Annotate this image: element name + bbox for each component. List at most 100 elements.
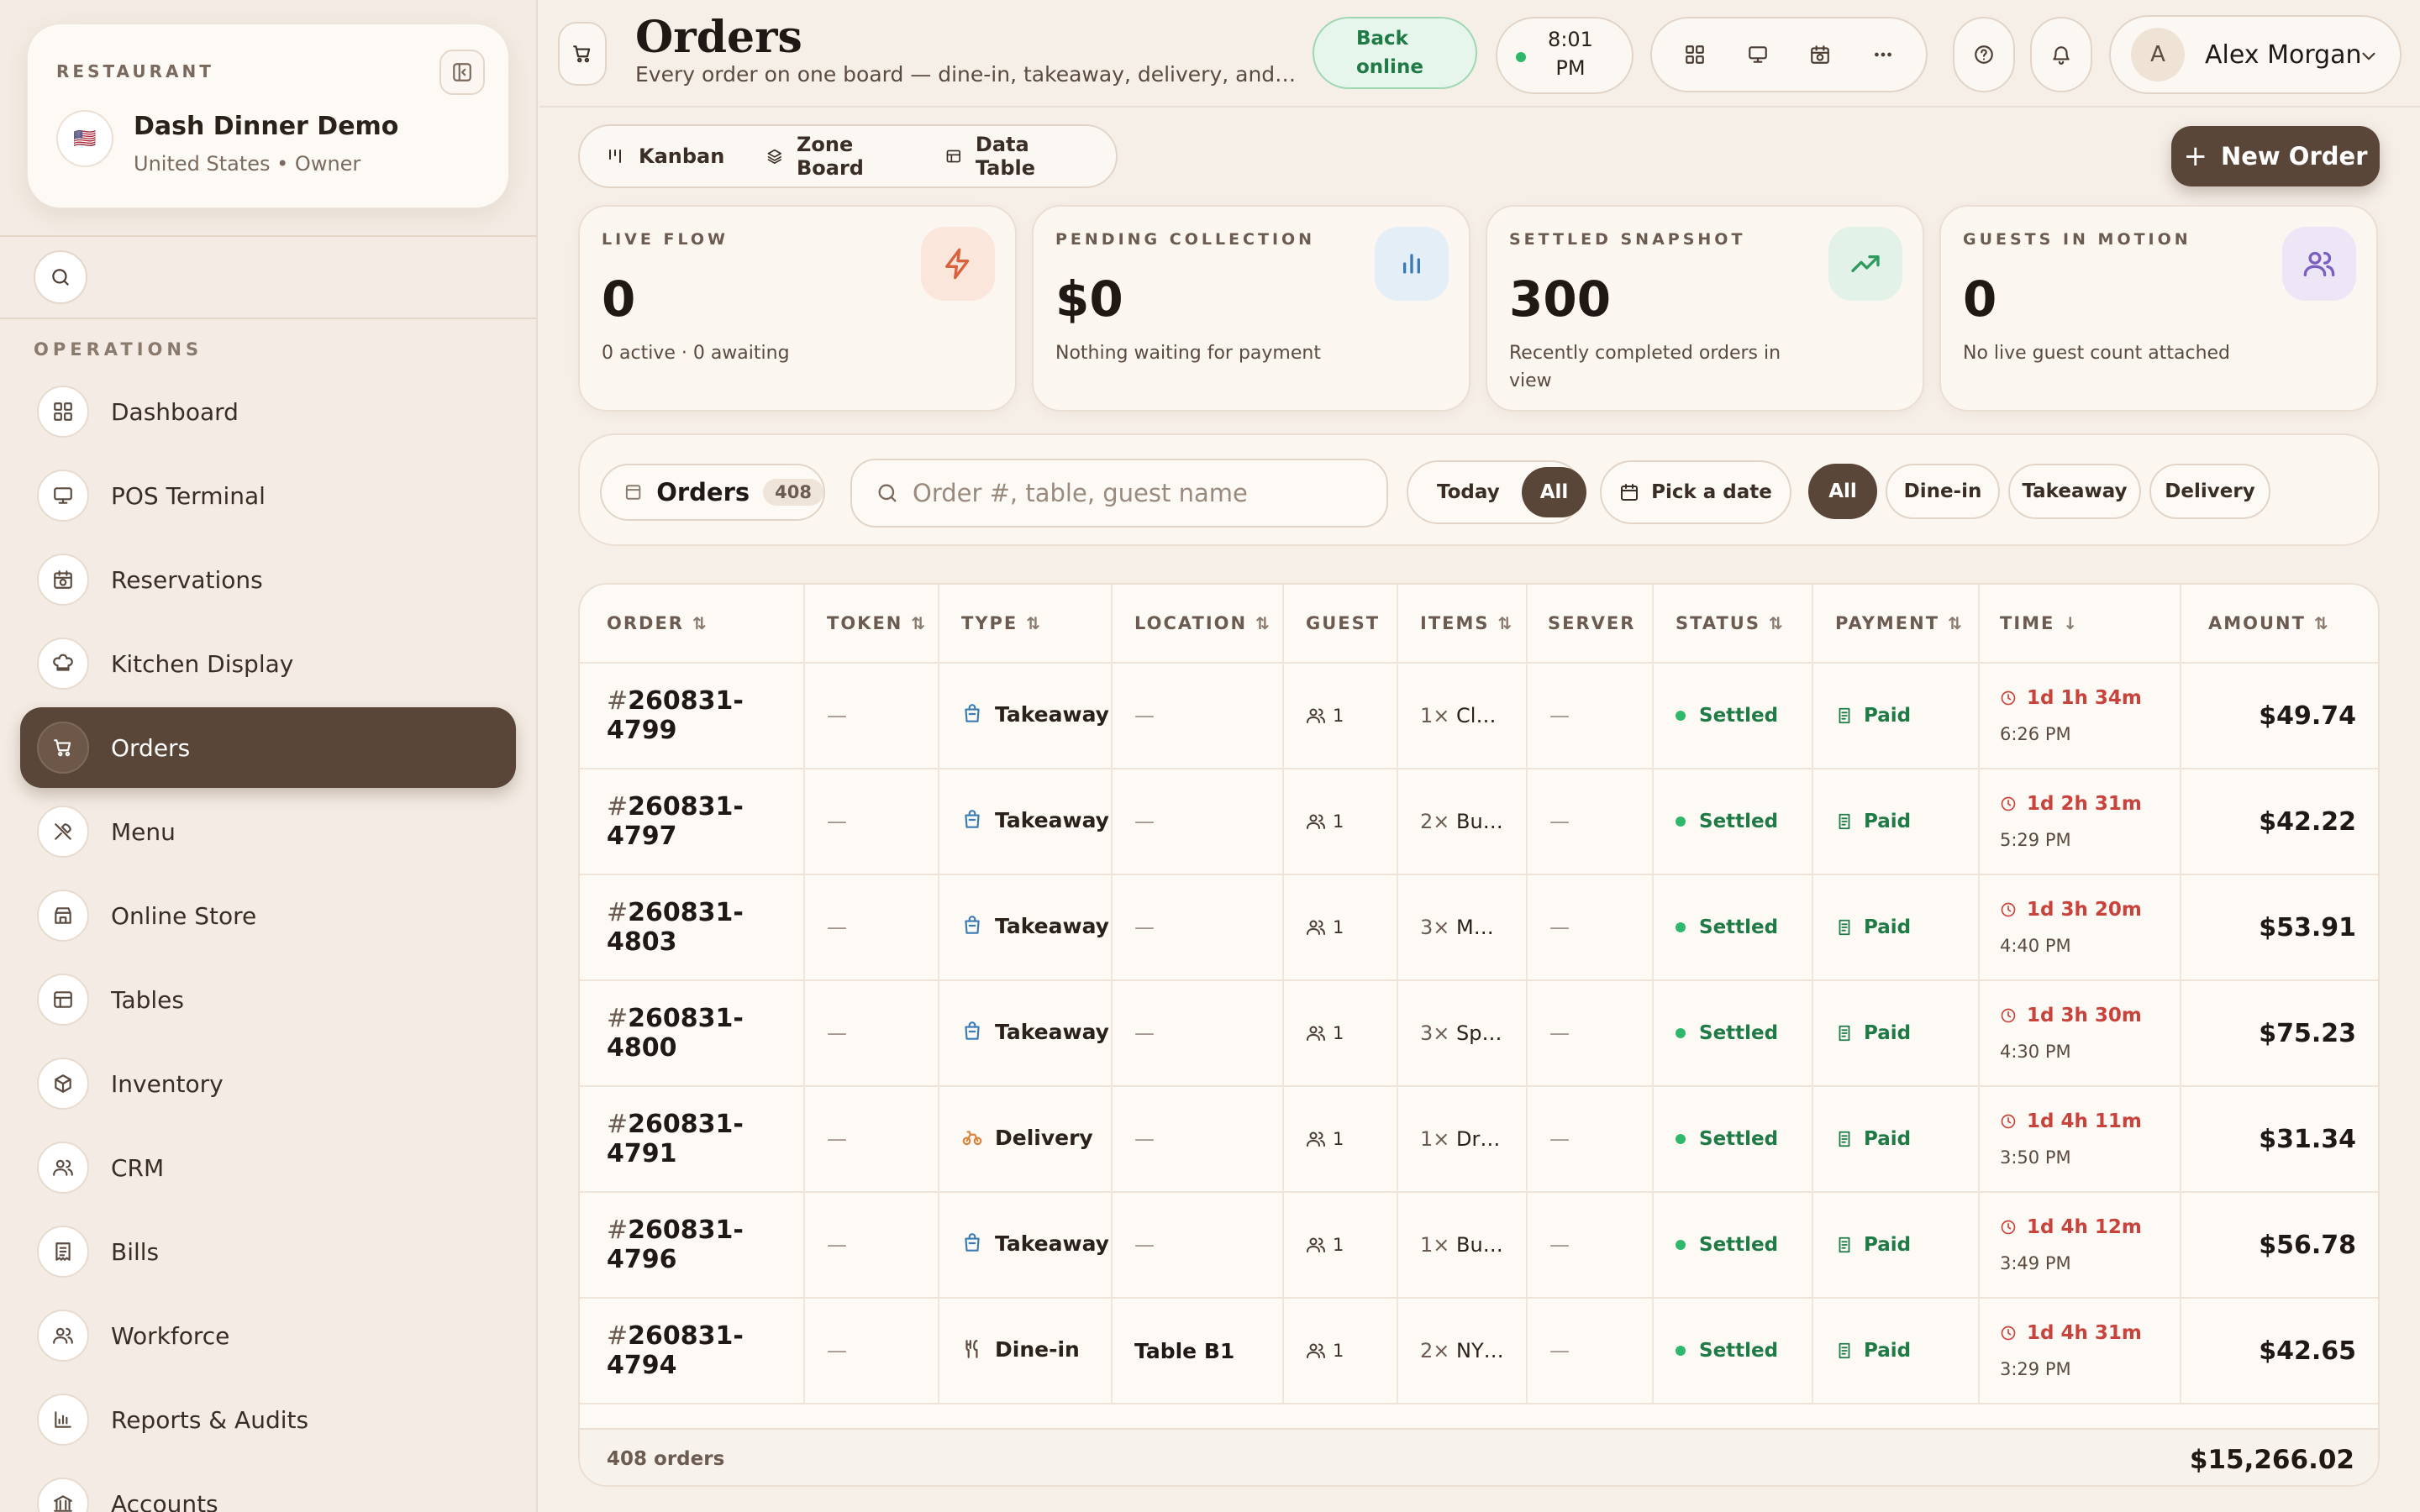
order-number-cell[interactable]: #260831-4794 — [580, 1299, 805, 1403]
sidebar-item-dashboard[interactable]: Dashboard — [20, 371, 516, 452]
status-badge: Settled — [1676, 1340, 1778, 1362]
order-number: #260831-4800 — [607, 1004, 744, 1063]
sidebar-item-label: Reservations — [111, 565, 263, 594]
pos-monitor-button[interactable] — [1747, 44, 1769, 66]
sidebar-item-reservations[interactable]: Reservations — [20, 539, 516, 620]
range-option-today[interactable]: Today — [1415, 467, 1522, 517]
users-icon — [1307, 920, 1325, 935]
column-label: AMOUNT — [2208, 613, 2306, 633]
table-row[interactable]: #260831-4799 — Takeaway — 1 1× Cla... — Settled… — [580, 664, 2378, 769]
column-header-token[interactable]: TOKEN ⇅ — [805, 585, 939, 662]
status-dot-icon — [1676, 1346, 1686, 1356]
order-number-cell[interactable]: #260831-4796 — [580, 1193, 805, 1297]
search-input[interactable] — [913, 479, 1366, 507]
payment-cell: Paid — [1813, 981, 1980, 1085]
bar-chart-icon — [37, 1394, 89, 1446]
status-badge: Settled — [1676, 811, 1778, 832]
guest-cell: 1 — [1284, 1193, 1398, 1297]
orders-count-chip[interactable]: Orders 408 — [600, 464, 825, 521]
order-number-cell[interactable]: #260831-4797 — [580, 769, 805, 874]
elapsed-time: 1d 1h 34m — [2000, 687, 2142, 709]
guest-cell: 1 — [1284, 981, 1398, 1085]
location-value: — — [1134, 1021, 1155, 1045]
new-order-button[interactable]: + New Order — [2171, 126, 2380, 186]
sidebar-item-tables[interactable]: Tables — [20, 959, 516, 1040]
layout-grid-button[interactable] — [1684, 44, 1706, 66]
column-header-location[interactable]: LOCATION ⇅ — [1113, 585, 1284, 662]
search-field[interactable] — [850, 459, 1388, 528]
column-label: TYPE — [961, 613, 1018, 633]
type-filter-takeaway[interactable]: Takeaway — [2008, 464, 2141, 519]
order-number-cell[interactable]: #260831-4803 — [580, 875, 805, 979]
user-menu[interactable]: A Alex Morgan — [2109, 15, 2402, 94]
grid-icon — [37, 386, 89, 438]
metric-subtitle: Nothing waiting for payment — [1055, 343, 1321, 364]
sidebar-item-kitchen-display[interactable]: Kitchen Display — [20, 623, 516, 704]
order-number-cell[interactable]: #260831-4800 — [580, 981, 805, 1085]
order-time: 3:49 PM — [2000, 1253, 2071, 1273]
column-header-items[interactable]: ITEMS ⇅ — [1398, 585, 1528, 662]
column-header-amount[interactable]: AMOUNT ⇅ — [2181, 585, 2378, 662]
table-row[interactable]: #260831-4803 — Takeaway — 1 3× Mu... — Settled P… — [580, 875, 2378, 981]
sidebar-item-online-store[interactable]: Online Store — [20, 875, 516, 956]
column-header-payment[interactable]: PAYMENT ⇅ — [1813, 585, 1980, 662]
payment-badge: Paid — [1835, 1022, 1911, 1044]
guest-cell: 1 — [1284, 769, 1398, 874]
elapsed-time: 1d 3h 30m — [2000, 1005, 2142, 1026]
column-header-time[interactable]: TIME ↓ — [1980, 585, 2181, 662]
receipt-icon — [37, 1226, 89, 1278]
notifications-button[interactable] — [2030, 17, 2092, 92]
sidebar-item-accounts[interactable]: Accounts — [20, 1463, 516, 1512]
column-header-order[interactable]: ORDER ⇅ — [580, 585, 805, 662]
panel-left-icon — [453, 63, 471, 81]
sidebar-item-workforce[interactable]: Workforce — [20, 1295, 516, 1376]
time-cell: 1d 3h 30m 4:30 PM — [1980, 981, 2181, 1085]
help-button[interactable] — [1953, 17, 2015, 92]
tab-kanban[interactable]: Kanban — [605, 144, 724, 168]
sidebar-item-pos-terminal[interactable]: POS Terminal — [20, 455, 516, 536]
token-cell: — — [805, 1299, 939, 1403]
token-cell: — — [805, 875, 939, 979]
sidebar-search-button[interactable] — [34, 250, 87, 304]
items-cell: 1× Buf... — [1398, 1193, 1528, 1297]
table-row[interactable]: #260831-4791 — Delivery — 1 1× Dri... — Settled… — [580, 1087, 2378, 1193]
metric-subtitle: No live guest count attached — [1963, 343, 2231, 364]
type-filter-all[interactable]: All — [1808, 464, 1877, 519]
table-row[interactable]: #260831-4797 — Takeaway — 1 2× Buil... — Settle… — [580, 769, 2378, 875]
column-header-type[interactable]: TYPE ⇅ — [939, 585, 1113, 662]
sidebar-item-orders[interactable]: Orders — [20, 707, 516, 788]
clock-badge: 8:01 PM — [1496, 17, 1634, 94]
tab-zone-board[interactable]: Zone Board — [766, 133, 903, 180]
sidebar-item-inventory[interactable]: Inventory — [20, 1043, 516, 1124]
sidebar-item-menu[interactable]: Menu — [20, 791, 516, 872]
location-cell: Table B1 — [1113, 1299, 1284, 1403]
range-option-all[interactable]: All — [1521, 467, 1587, 517]
sidebar-item-crm[interactable]: CRM — [20, 1127, 516, 1208]
payment-cell: Paid — [1813, 1299, 1980, 1403]
restaurant-card[interactable]: RESTAURANT 🇺🇸 Dash Dinner Demo United St… — [27, 24, 509, 208]
items-cell: 3× Spi... — [1398, 981, 1528, 1085]
pick-date-button[interactable]: Pick a date — [1600, 460, 1791, 524]
tab-data-table[interactable]: Data Table — [945, 133, 1074, 180]
status-dot-icon — [1676, 1240, 1686, 1250]
bell-icon — [2053, 46, 2070, 65]
type-filter-delivery[interactable]: Delivery — [2149, 464, 2270, 519]
payment-badge: Paid — [1835, 811, 1911, 832]
order-type: Takeaway — [961, 702, 1109, 727]
calendar-icon — [1621, 484, 1639, 501]
table-row[interactable]: #260831-4796 — Takeaway — 1 1× Buf... — Settled… — [580, 1193, 2378, 1299]
more-options-button[interactable] — [1872, 44, 1894, 66]
table-row[interactable]: #260831-4800 — Takeaway — 1 3× Spi... — Settled… — [580, 981, 2378, 1087]
sidebar-item-bills[interactable]: Bills — [20, 1211, 516, 1292]
order-number-cell[interactable]: #260831-4799 — [580, 664, 805, 768]
sidebar-item-reports-audits[interactable]: Reports & Audits — [20, 1379, 516, 1460]
orders-cart-button[interactable] — [558, 22, 607, 86]
table-row[interactable]: #260831-4794 — Dine-in Table B1 1 2× NY ... — S… — [580, 1299, 2378, 1404]
order-number-cell[interactable]: #260831-4791 — [580, 1087, 805, 1191]
collapse-sidebar-button[interactable] — [439, 50, 485, 95]
type-filter-dine-in[interactable]: Dine-in — [1886, 464, 2000, 519]
order-amount: $56.78 — [2259, 1230, 2356, 1260]
reservations-button[interactable] — [1809, 44, 1831, 66]
column-header-status[interactable]: STATUS ⇅ — [1654, 585, 1813, 662]
users-icon — [2282, 227, 2356, 301]
